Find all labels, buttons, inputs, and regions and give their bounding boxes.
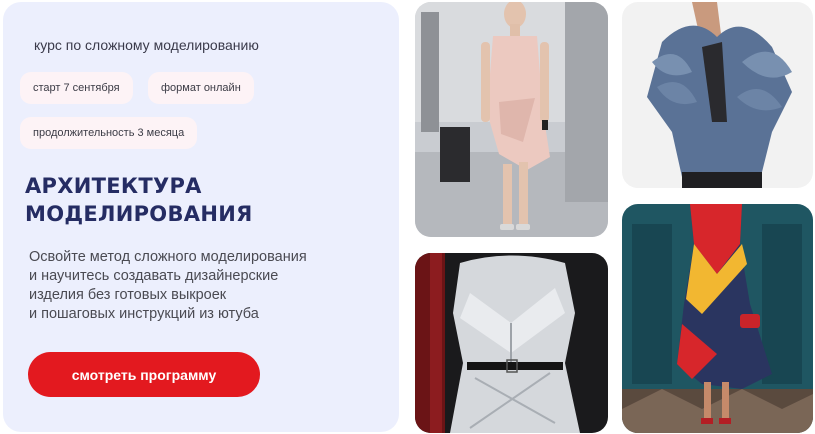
promo-card: курс по сложному моделированию старт 7 с… — [3, 2, 399, 432]
description-line-2: и научитесь создавать дизайнерские — [29, 268, 279, 284]
description-line-3: изделия без готовых выкроек — [29, 287, 227, 303]
view-program-button[interactable]: смотреть программу — [28, 352, 260, 397]
course-description: Освойте метод сложного моделирования и н… — [29, 248, 379, 324]
course-title: АРХИТЕКТУРА МОДЕЛИРОВАНИЯ — [25, 172, 253, 228]
duration-chip: продолжительность 3 месяца — [20, 117, 198, 149]
description-line-1: Освойте метод сложного моделирования — [29, 249, 307, 265]
start-date-chip: старт 7 сентября — [20, 72, 133, 104]
color-block-dress-photo — [622, 204, 813, 433]
course-subtitle: курс по сложному моделированию — [34, 37, 259, 53]
format-chip: формат онлайн — [148, 72, 254, 104]
description-line-4: и пошаговых инструкций из ютуба — [29, 306, 259, 322]
course-title-line-2: МОДЕЛИРОВАНИЯ — [25, 202, 253, 226]
denim-ruffle-jacket-photo — [622, 2, 813, 188]
runway-pink-dress-photo — [415, 2, 608, 237]
course-title-line-1: АРХИТЕКТУРА — [25, 174, 202, 198]
white-draped-dress-photo — [415, 253, 608, 433]
